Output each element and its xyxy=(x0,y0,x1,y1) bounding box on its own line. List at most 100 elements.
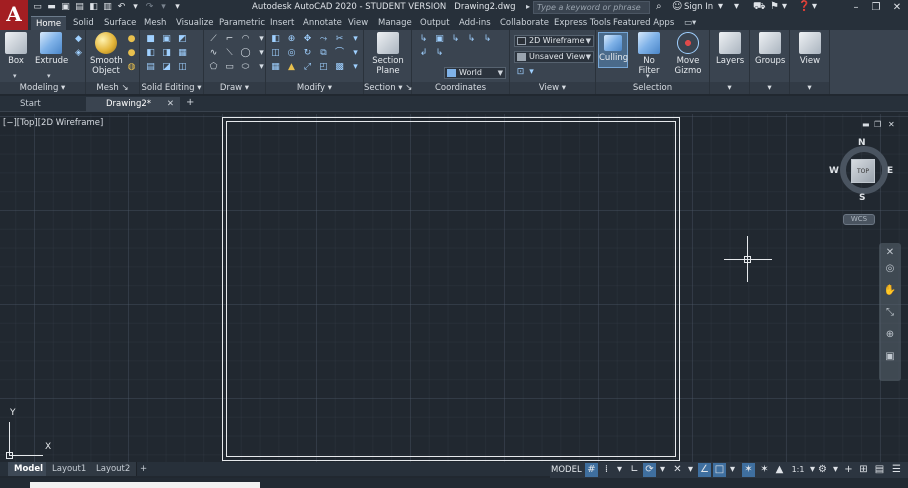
arc-icon[interactable]: ◠ xyxy=(240,34,251,45)
panel-title-coordinates[interactable]: Coordinates xyxy=(412,82,509,94)
panel-title-mesh[interactable]: Mesh ↘ xyxy=(86,82,139,94)
redo-dropdown-icon[interactable]: ▾ xyxy=(158,2,169,13)
add-layout-icon[interactable]: + xyxy=(134,462,153,476)
rectangle-icon[interactable]: ▭ xyxy=(224,62,235,73)
ortho-icon[interactable]: ∟ xyxy=(628,463,641,477)
isodraft-dropdown-icon[interactable]: ▾ xyxy=(684,463,697,477)
tab-add-ins[interactable]: Add-ins xyxy=(454,16,496,30)
isolate-objects-icon[interactable]: ⊞ xyxy=(857,463,870,477)
rotate-icon[interactable]: ↻ xyxy=(302,48,313,59)
showmotion-icon[interactable]: ▣ xyxy=(882,349,898,365)
file-tab-start[interactable]: Start xyxy=(0,97,86,112)
object-snap-tracking-icon[interactable]: ∠ xyxy=(698,463,711,477)
viewport-minimize-icon[interactable]: ▬ xyxy=(862,120,870,129)
visual-style-combo[interactable]: 2D Wireframe ▼ xyxy=(514,35,594,47)
tab-mesh[interactable]: Mesh xyxy=(139,16,171,30)
ucs-z-icon[interactable]: ↳ xyxy=(482,34,493,45)
ucs-world-icon[interactable]: ▣ xyxy=(434,34,445,45)
zoom-extents-icon[interactable]: ⤡ xyxy=(882,305,898,321)
polar-dropdown-icon[interactable]: ▾ xyxy=(656,463,669,477)
presspull-icon[interactable]: ◆ xyxy=(73,34,84,45)
line-icon[interactable]: ⟋ xyxy=(208,34,219,45)
new-file-icon[interactable]: ▭ xyxy=(32,2,43,13)
auto-scale-icon[interactable]: ✶ xyxy=(758,463,771,477)
app-dropdown-icon[interactable]: ▾ xyxy=(782,1,787,12)
close-tab-icon[interactable]: ✕ xyxy=(167,97,174,112)
ucs-object-icon[interactable]: ↳ xyxy=(434,48,445,59)
autodesk-app-icon[interactable]: ⚑ xyxy=(770,1,779,12)
layout-tab-layout1[interactable]: Layout1 xyxy=(46,462,94,476)
annotation-scale-value[interactable]: 1:1 xyxy=(789,463,807,477)
3d-move-icon[interactable]: ⊕ xyxy=(286,34,297,45)
culling-button[interactable]: Culling xyxy=(598,32,628,68)
mesh-smooth-more-icon[interactable]: ● xyxy=(126,34,137,45)
save-icon[interactable]: ▣ xyxy=(60,2,71,13)
pan-icon[interactable]: ✋ xyxy=(882,283,898,299)
mesh-refine-icon[interactable]: ● xyxy=(126,48,137,59)
sign-in-button[interactable]: Sign In xyxy=(684,2,713,12)
extrude-dropdown-icon[interactable]: ▾ xyxy=(47,72,51,80)
circle-icon[interactable]: ◯ xyxy=(240,48,251,59)
ucs-combo[interactable]: World ▼ xyxy=(444,67,506,79)
align-icon[interactable]: ◧ xyxy=(270,34,281,45)
union-icon[interactable]: ■ xyxy=(145,34,156,45)
compass-south[interactable]: S xyxy=(859,193,865,203)
compass-west[interactable]: W xyxy=(829,166,839,176)
isodraft-icon[interactable]: ✕ xyxy=(671,463,684,477)
help-menu-icon[interactable]: ▾ xyxy=(812,1,817,12)
search-expand-icon[interactable]: ▸ xyxy=(526,2,530,11)
plot-icon[interactable]: ▥ xyxy=(102,2,113,13)
web-mobile-icon[interactable]: ◧ xyxy=(88,2,99,13)
hardware-acceleration-icon[interactable]: ▤ xyxy=(873,463,886,477)
redo-icon[interactable]: ↷ xyxy=(144,2,155,13)
interfere-icon[interactable]: ◨ xyxy=(161,48,172,59)
subtract-icon[interactable]: ▣ xyxy=(161,34,172,45)
groups-button[interactable]: Groups xyxy=(755,32,785,66)
minimize-icon[interactable]: – xyxy=(846,0,866,16)
tab-solid[interactable]: Solid xyxy=(68,16,99,30)
annotation-visibility-icon[interactable]: ✶ xyxy=(742,463,755,477)
steering-wheel-icon[interactable]: ◎ xyxy=(882,261,898,277)
undo-icon[interactable]: ↶ xyxy=(116,2,127,13)
section-plane-button[interactable]: Section Plane xyxy=(372,32,404,76)
separate-icon[interactable]: ▤ xyxy=(145,62,156,73)
ribbon-toggle-icon[interactable]: ▭▾ xyxy=(679,16,701,30)
search-input[interactable]: Type a keyword or phrase xyxy=(533,1,650,14)
polyline-icon[interactable]: ⌐ xyxy=(224,34,235,45)
user-icon[interactable]: ☺ xyxy=(672,1,682,12)
extend-icon[interactable]: ⤳ xyxy=(318,34,329,45)
panel-groups-dropdown[interactable]: ▾ xyxy=(750,82,789,94)
panel-title-draw[interactable]: Draw ▾ xyxy=(204,82,265,94)
viewcube-top-face[interactable]: TOP xyxy=(851,159,875,183)
ucs-y-icon[interactable]: ↳ xyxy=(466,34,477,45)
slice-icon[interactable]: ◧ xyxy=(145,48,156,59)
tab-surface[interactable]: Surface xyxy=(99,16,141,30)
help-dropdown-icon[interactable]: ▾ xyxy=(734,1,739,12)
save-as-icon[interactable]: ▤ xyxy=(74,2,85,13)
tab-annotate[interactable]: Annotate xyxy=(298,16,347,30)
tab-manage[interactable]: Manage xyxy=(373,16,417,30)
wcs-menu-button[interactable]: WCS xyxy=(843,214,875,225)
workspace-gear-icon[interactable]: ⚙ xyxy=(816,463,829,477)
tab-parametric[interactable]: Parametric xyxy=(214,16,270,30)
extract-edges-icon[interactable]: ◫ xyxy=(177,62,188,73)
orbit-icon[interactable]: ⊕ xyxy=(882,327,898,343)
tab-view[interactable]: View xyxy=(343,16,373,30)
array-dropdown-icon[interactable]: ▾ xyxy=(350,62,361,73)
offset-icon[interactable]: ◰ xyxy=(318,62,329,73)
model-space-button[interactable]: MODEL xyxy=(551,465,582,475)
panel-view-dropdown[interactable]: ▾ xyxy=(790,82,829,94)
customize-qat-icon[interactable]: ▾ xyxy=(172,2,183,13)
spline-icon[interactable]: ∿ xyxy=(208,48,219,59)
panel-title-section[interactable]: Section ▾ ↘ xyxy=(364,82,412,94)
panel-title-view[interactable]: View ▾ xyxy=(510,82,595,94)
annotation-monitor-icon[interactable]: + xyxy=(842,463,855,477)
help-icon[interactable]: ❓ xyxy=(798,1,810,12)
osnap-dropdown-icon[interactable]: ▾ xyxy=(726,463,739,477)
panel-title-solid-editing[interactable]: Solid Editing ▾ xyxy=(140,82,203,94)
viewport-config-icon[interactable]: ⊡ xyxy=(515,67,526,78)
scale-icon[interactable]: ⤢ xyxy=(302,62,313,73)
navbar-close-icon[interactable]: ✕ xyxy=(882,245,898,261)
intersect-icon[interactable]: ◩ xyxy=(177,34,188,45)
viewport-restore-icon[interactable]: ❐ xyxy=(874,120,881,129)
